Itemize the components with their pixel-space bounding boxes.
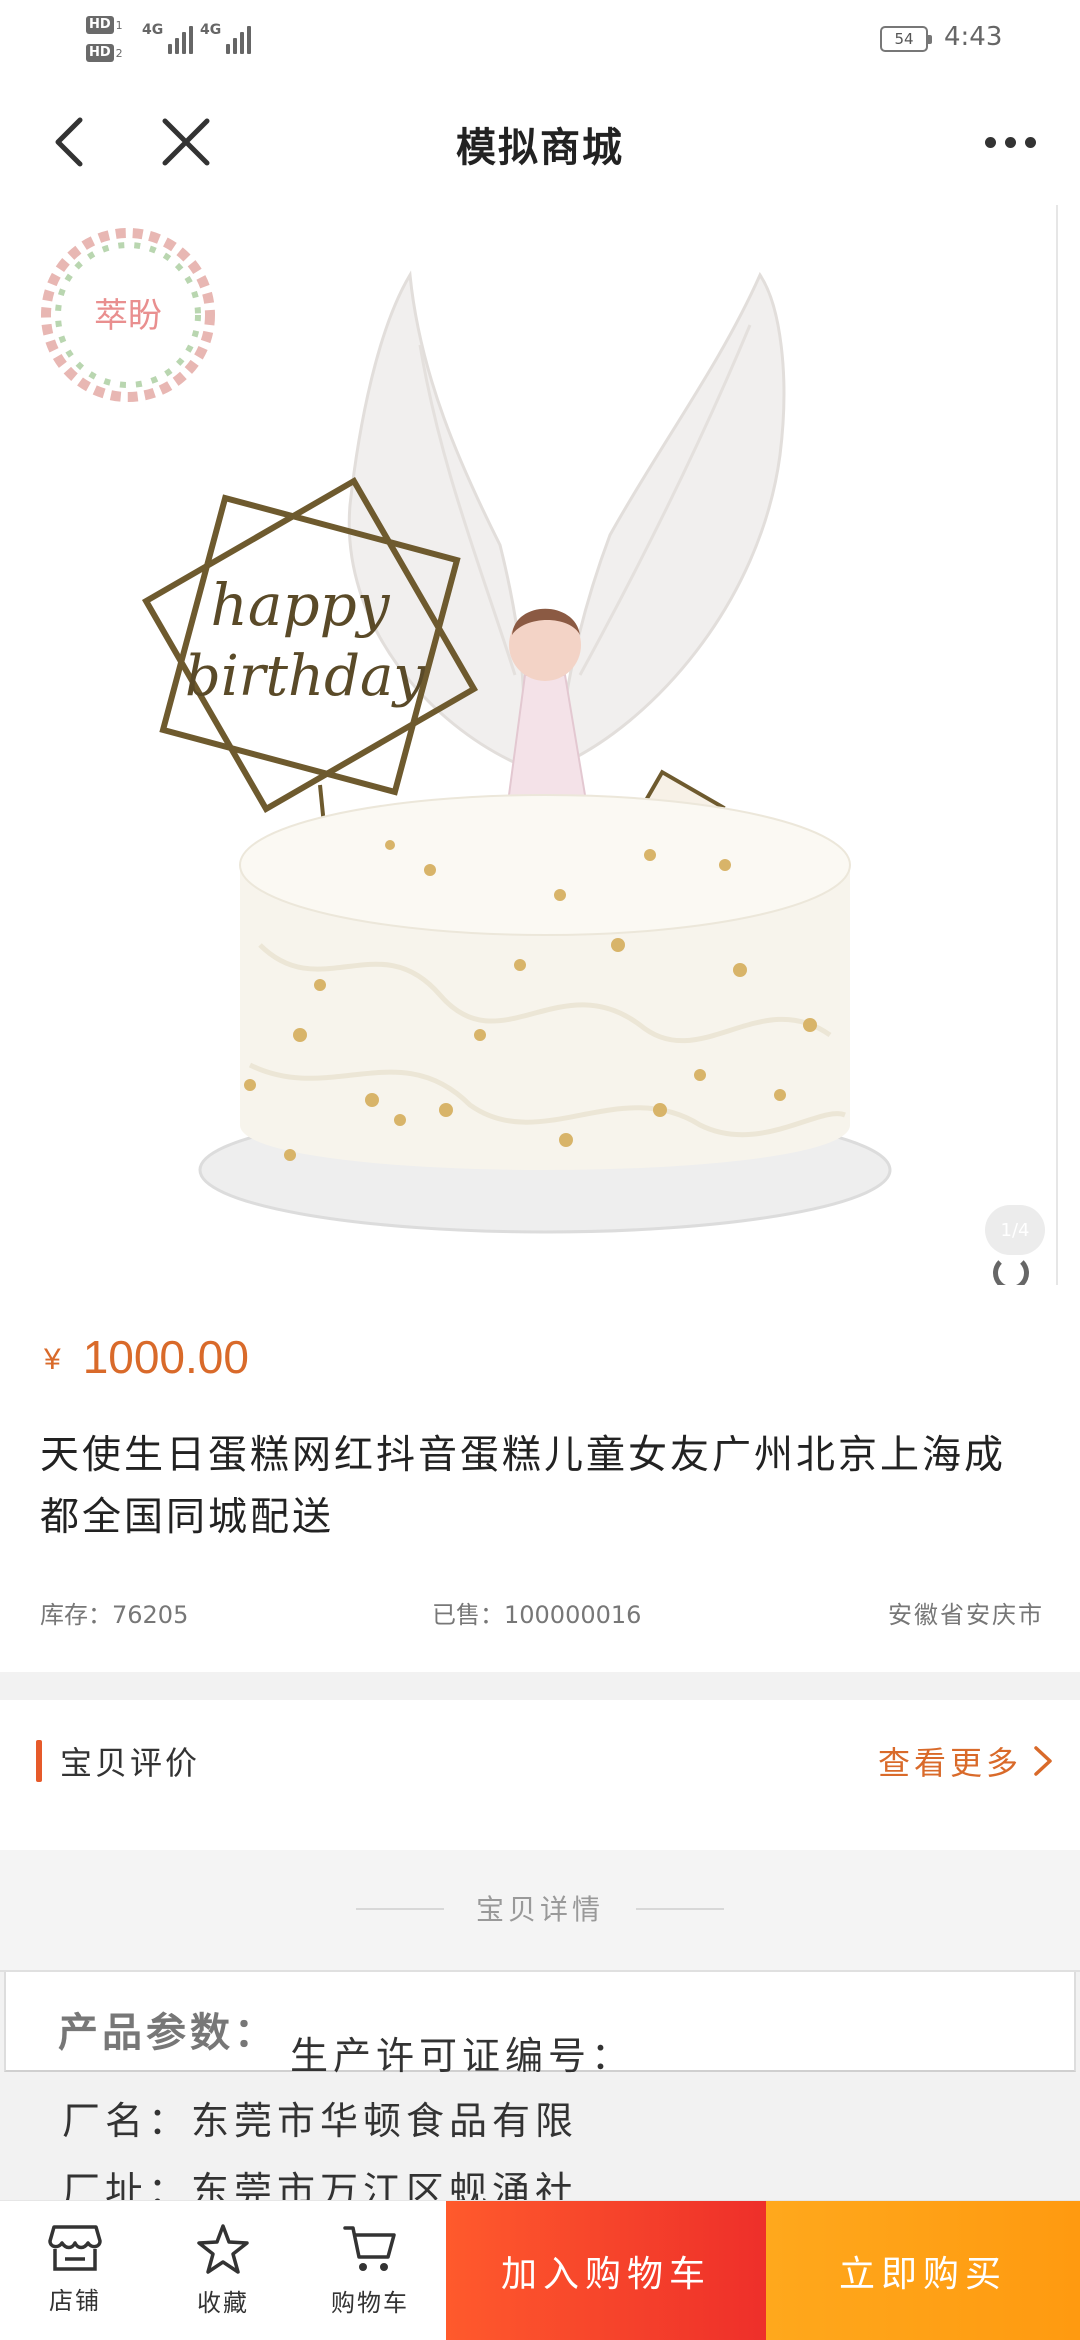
params-heading: 产品参数： xyxy=(58,2010,278,2056)
hd1-sub: 1 xyxy=(115,18,123,32)
image-scrollbar xyxy=(1056,205,1058,1285)
battery-level: 54 xyxy=(894,30,914,48)
watermark-text: 萃盼 xyxy=(94,296,162,336)
reviews-section: 宝贝评价 查看更多 xyxy=(0,1700,1080,1850)
back-button[interactable] xyxy=(38,110,102,174)
page-title: 模拟商城 xyxy=(456,125,624,171)
image-pager: 1/4 xyxy=(985,1205,1045,1255)
favorite-tab[interactable]: 收藏 xyxy=(153,2201,293,2340)
cart-label: 购物车 xyxy=(331,2289,409,2317)
hd2-badge: HD xyxy=(86,44,114,62)
product-title: 天使生日蛋糕网红抖音蛋糕儿童女友广州北京上海成都全国同城配送 xyxy=(40,1433,1007,1540)
net2-label: 4G xyxy=(200,22,222,38)
view-more-label: 查看更多 xyxy=(877,1744,1022,1782)
hd1-badge: HD xyxy=(86,16,114,34)
buy-now-button[interactable]: 立即购买 xyxy=(766,2201,1080,2340)
section-accent-bar xyxy=(36,1740,42,1782)
stock-count: 库存：76205 xyxy=(40,1601,189,1629)
view-more-reviews-link[interactable]: 查看更多 xyxy=(878,1738,1054,1784)
add-to-cart-button[interactable]: 加入购物车 xyxy=(446,2201,766,2340)
factory-name: 厂名：东莞市华顿食品有限 xyxy=(62,2099,579,2143)
shop-tab[interactable]: 店铺 xyxy=(5,2201,145,2340)
topper-text-1: happy xyxy=(211,571,391,639)
details-header: 宝贝详情 xyxy=(0,1850,1080,1970)
hd2-sub: 2 xyxy=(115,46,123,60)
price-value: 1000.00 xyxy=(82,1331,249,1383)
section-divider xyxy=(0,1672,1080,1700)
chevron-left-icon xyxy=(55,117,83,167)
cake-image: 萃盼 happy birthday xyxy=(41,228,892,1234)
shop-label: 店铺 xyxy=(49,2287,101,2315)
ship-location: 安徽省安庆市 xyxy=(888,1601,1044,1629)
star-icon xyxy=(197,2224,249,2274)
more-button[interactable] xyxy=(970,110,1050,174)
currency-symbol: ¥ xyxy=(44,1343,61,1376)
loading-spinner-icon xyxy=(993,1255,1029,1285)
license-label: 生产许可证编号： xyxy=(290,2034,635,2078)
divider-line-right xyxy=(636,1908,724,1910)
close-button[interactable] xyxy=(154,110,218,174)
watermark-wreath: 萃盼 xyxy=(41,228,215,402)
divider-line-left xyxy=(356,1908,444,1910)
topper-text-2: birthday xyxy=(185,644,426,709)
product-image-carousel[interactable]: 萃盼 happy birthday 1/4 xyxy=(0,205,1080,1285)
bottom-action-bar: 店铺 收藏 购物车 加入购物车 立即购买 xyxy=(0,2200,1080,2340)
close-icon xyxy=(162,118,210,166)
reviews-title: 宝贝评价 xyxy=(60,1744,201,1782)
battery-icon: 54 xyxy=(880,26,932,52)
details-title: 宝贝详情 xyxy=(475,1893,604,1926)
more-dots-icon xyxy=(984,136,996,148)
favorite-label: 收藏 xyxy=(197,2289,249,2317)
status-bar: HD 1 HD 2 4G 4G 54 4:43 xyxy=(0,0,1080,80)
store-icon xyxy=(48,2225,102,2271)
hd-indicators: HD 1 HD 2 xyxy=(86,14,134,70)
signal-icon-2: 4G xyxy=(200,22,252,54)
clock: 4:43 xyxy=(944,22,1003,52)
cart-icon xyxy=(343,2226,396,2271)
nav-bar: 模拟商城 xyxy=(0,80,1080,205)
signal-icon-1: 4G xyxy=(142,22,194,54)
product-price: ¥1000.00 xyxy=(44,1330,249,1384)
sold-count: 已售：100000016 xyxy=(432,1601,642,1629)
cart-tab[interactable]: 购物车 xyxy=(300,2201,440,2340)
chevron-right-icon xyxy=(1034,1746,1052,1776)
net1-label: 4G xyxy=(142,22,164,38)
